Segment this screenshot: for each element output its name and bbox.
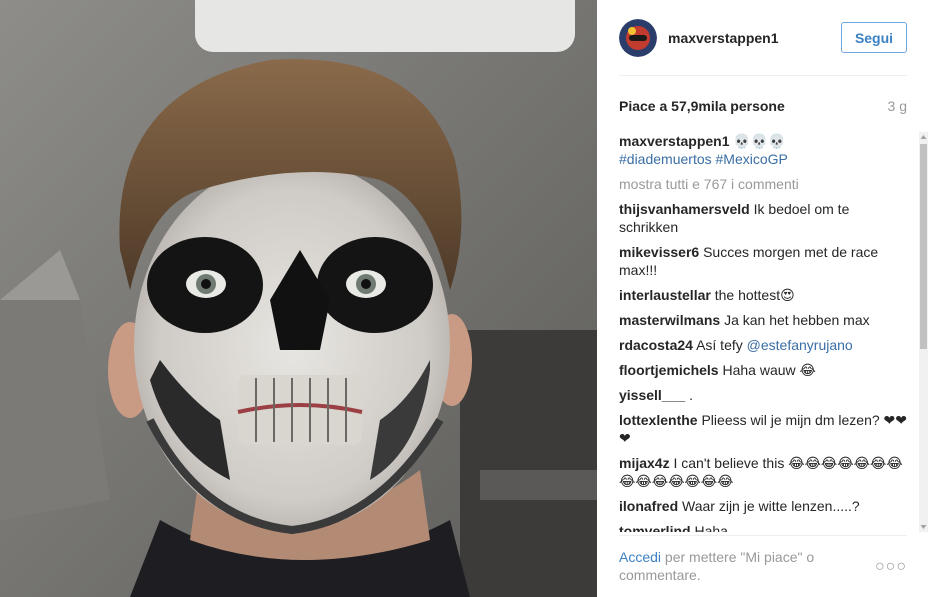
caption-hashtags[interactable]: #diademuertos #MexicoGP [619,150,909,168]
comment-username[interactable]: tomverlind [619,523,691,532]
comment-text: the hottest😍 [714,287,795,303]
post-header: maxverstappen1 Segui [619,0,907,76]
comment-text: Haha wauw 😂 [722,362,816,378]
comment-text: Haha [694,523,728,532]
comment-item: thijsvanhamersveld Ik bedoel om te schri… [619,200,909,236]
comment-username[interactable]: lottexlenthe [619,412,698,428]
comment-item: yissell___ . [619,386,909,404]
comment-username[interactable]: thijsvanhamersveld [619,201,750,217]
comment-username[interactable]: mikevisser6 [619,244,699,260]
likes-count[interactable]: Piace a 57,9mila persone [619,98,785,114]
scrollbar-thumb[interactable] [920,144,927,349]
comments-scrollbar[interactable] [919,132,928,532]
caption: maxverstappen1 💀💀💀 #diademuertos #Mexico… [619,132,909,168]
likes-row: Piace a 57,9mila persone 3 g [619,96,907,116]
comment-username[interactable]: masterwilmans [619,312,720,328]
comment-username[interactable]: mijax4z [619,455,670,471]
scroll-down-arrow-icon[interactable] [919,522,928,532]
comment-username[interactable]: interlaustellar [619,287,711,303]
instagram-post: maxverstappen1 Segui Piace a 57,9mila pe… [0,0,930,597]
comment-text: Waar zijn je witte lenzen.....? [682,498,860,514]
comment-item: masterwilmans Ja kan het hebben max [619,311,909,329]
login-prompt: Accedi per mettere "Mi piace" o commenta… [619,548,849,584]
post-author-username[interactable]: maxverstappen1 [668,30,779,46]
comment-item: rdacosta24 Así tefy @estefanyrujano [619,336,909,354]
comment-username[interactable]: ilonafred [619,498,678,514]
comment-item: floortjemichels Haha wauw 😂 [619,361,909,379]
follow-button[interactable]: Segui [841,22,907,53]
comment-item: mijax4z I can't believe this 😂😂😂😂😂😂😂😂😂😂😂… [619,454,909,490]
comment-username[interactable]: floortjemichels [619,362,719,378]
comment-item: ilonafred Waar zijn je witte lenzen.....… [619,497,909,515]
comment-text: . [689,387,693,403]
comment-item: tomverlind Haha [619,522,909,532]
comment-item: mikevisser6 Succes morgen met de race ma… [619,243,909,279]
avatar-image [619,18,657,57]
comment-username[interactable]: yissell___ [619,387,685,403]
comment-mention-link[interactable]: @estefanyrujano [747,337,853,353]
comment-username[interactable]: rdacosta24 [619,337,693,353]
post-photo[interactable] [0,0,597,597]
comment-text: Ja kan het hebben max [724,312,870,328]
login-link[interactable]: Accedi [619,549,661,565]
caption-username[interactable]: maxverstappen1 [619,133,730,149]
post-timestamp[interactable]: 3 g [888,98,907,114]
comment-item: interlaustellar the hottest😍 [619,286,909,304]
comment-text: Así tefy [696,337,743,353]
post-side-panel: maxverstappen1 Segui Piace a 57,9mila pe… [597,0,930,597]
scroll-up-arrow-icon[interactable] [919,132,928,142]
post-footer: Accedi per mettere "Mi piace" o commenta… [619,535,907,597]
load-more-comments-link[interactable]: mostra tutti e 767 i commenti [619,175,909,193]
avatar[interactable] [619,18,657,57]
comment-item: lottexlenthe Plieess wil je mijn dm leze… [619,411,909,447]
caption-emoji: 💀💀💀 [733,133,786,149]
more-options-icon[interactable]: ○○○ [875,558,907,576]
skull-makeup-selfie [0,0,597,597]
comments-list: maxverstappen1 💀💀💀 #diademuertos #Mexico… [619,132,909,532]
